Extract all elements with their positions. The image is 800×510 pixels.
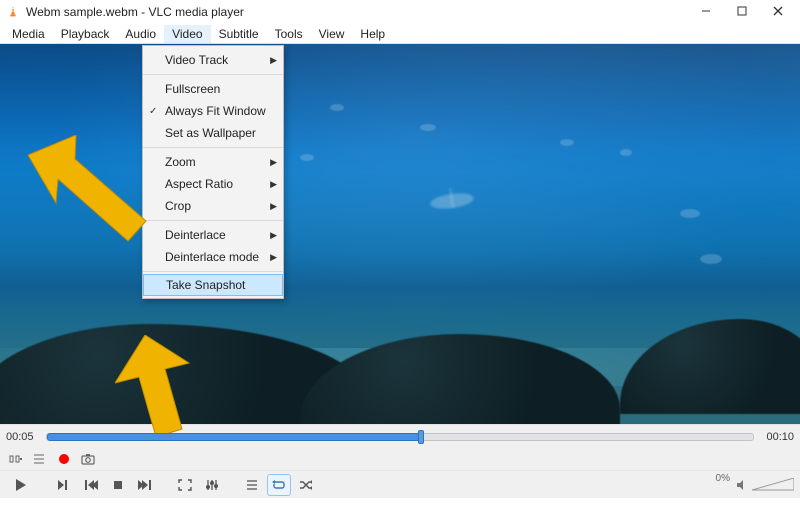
record-button[interactable]	[54, 450, 74, 468]
playback-toolbar: 0%	[0, 470, 800, 498]
total-time: 00:10	[760, 431, 794, 443]
volume-percent: 0%	[716, 473, 730, 484]
menu-subtitle[interactable]: Subtitle	[211, 25, 267, 43]
menu-item-aspect-ratio[interactable]: Aspect Ratio ▶	[143, 173, 283, 195]
menu-view[interactable]: View	[311, 25, 353, 43]
menu-tools[interactable]: Tools	[267, 25, 311, 43]
window-close-button[interactable]	[760, 0, 796, 22]
video-frame	[0, 44, 800, 424]
menu-item-set-as-wallpaper[interactable]: Set as Wallpaper	[143, 122, 283, 144]
window-title: Webm sample.webm - VLC media player	[26, 5, 244, 19]
atob-loop-button[interactable]	[6, 450, 26, 468]
menu-item-always-fit-window[interactable]: Always Fit Window ✓	[143, 100, 283, 122]
loop-button[interactable]	[267, 474, 291, 496]
menu-item-label: Video Track	[165, 53, 228, 67]
chevron-right-icon: ▶	[270, 179, 277, 190]
seekbar: 00:05 00:10	[0, 424, 800, 448]
menu-playback[interactable]: Playback	[53, 25, 118, 43]
menu-audio[interactable]: Audio	[117, 25, 164, 43]
window-maximize-button[interactable]	[724, 0, 760, 22]
window-titlebar: Webm sample.webm - VLC media player	[0, 0, 800, 24]
chevron-right-icon: ▶	[270, 157, 277, 168]
menu-item-label: Always Fit Window	[165, 104, 266, 118]
menu-item-label: Aspect Ratio	[165, 177, 233, 191]
video-viewport[interactable]	[0, 44, 800, 424]
previous-button[interactable]	[79, 474, 103, 496]
speaker-icon[interactable]	[736, 479, 748, 491]
menu-item-label: Zoom	[165, 155, 196, 169]
playlist-button[interactable]	[30, 450, 50, 468]
menu-item-label: Set as Wallpaper	[165, 126, 256, 140]
menu-item-label: Fullscreen	[165, 82, 220, 96]
menu-media[interactable]: Media	[4, 25, 53, 43]
menu-item-take-snapshot[interactable]: Take Snapshot	[143, 274, 283, 296]
menubar: MediaPlaybackAudioVideoSubtitleToolsView…	[0, 24, 800, 44]
window-minimize-button[interactable]	[688, 0, 724, 22]
chevron-right-icon: ▶	[270, 55, 277, 66]
menu-item-label: Deinterlace mode	[165, 250, 259, 264]
menu-item-label: Take Snapshot	[166, 278, 245, 292]
chevron-right-icon: ▶	[270, 230, 277, 241]
chevron-right-icon: ▶	[270, 201, 277, 212]
menu-help[interactable]: Help	[352, 25, 393, 43]
menu-item-zoom[interactable]: Zoom ▶	[143, 151, 283, 173]
video-menu-dropdown: Video Track ▶ Fullscreen Always Fit Window ✓…	[142, 45, 284, 299]
shuffle-button[interactable]	[294, 474, 318, 496]
next-button[interactable]	[133, 474, 157, 496]
seek-track[interactable]	[46, 433, 754, 441]
menu-item-deinterlace-mode[interactable]: Deinterlace mode ▶	[143, 246, 283, 268]
stop-button[interactable]	[106, 474, 130, 496]
current-time: 00:05	[6, 431, 40, 443]
vlc-cone-icon	[6, 5, 20, 19]
menu-video[interactable]: Video	[164, 25, 210, 43]
secondary-toolbar	[0, 448, 800, 470]
volume-control: 0%	[716, 473, 794, 496]
check-icon: ✓	[149, 106, 157, 117]
fullscreen-button[interactable]	[173, 474, 197, 496]
menu-item-video-track[interactable]: Video Track ▶	[143, 49, 283, 71]
volume-slider[interactable]	[752, 478, 794, 492]
menu-item-deinterlace[interactable]: Deinterlace ▶	[143, 224, 283, 246]
menu-item-crop[interactable]: Crop ▶	[143, 195, 283, 217]
seek-progress-fill	[47, 433, 421, 441]
play-button[interactable]	[6, 474, 36, 496]
menu-item-fullscreen[interactable]: Fullscreen	[143, 78, 283, 100]
chevron-right-icon: ▶	[270, 252, 277, 263]
menu-item-label: Crop	[165, 199, 191, 213]
seek-knob[interactable]	[418, 430, 424, 444]
toggle-playlist-button[interactable]	[240, 474, 264, 496]
step-forward-button[interactable]	[52, 474, 76, 496]
menu-item-label: Deinterlace	[165, 228, 226, 242]
snapshot-button[interactable]	[78, 450, 98, 468]
extended-settings-button[interactable]	[200, 474, 224, 496]
